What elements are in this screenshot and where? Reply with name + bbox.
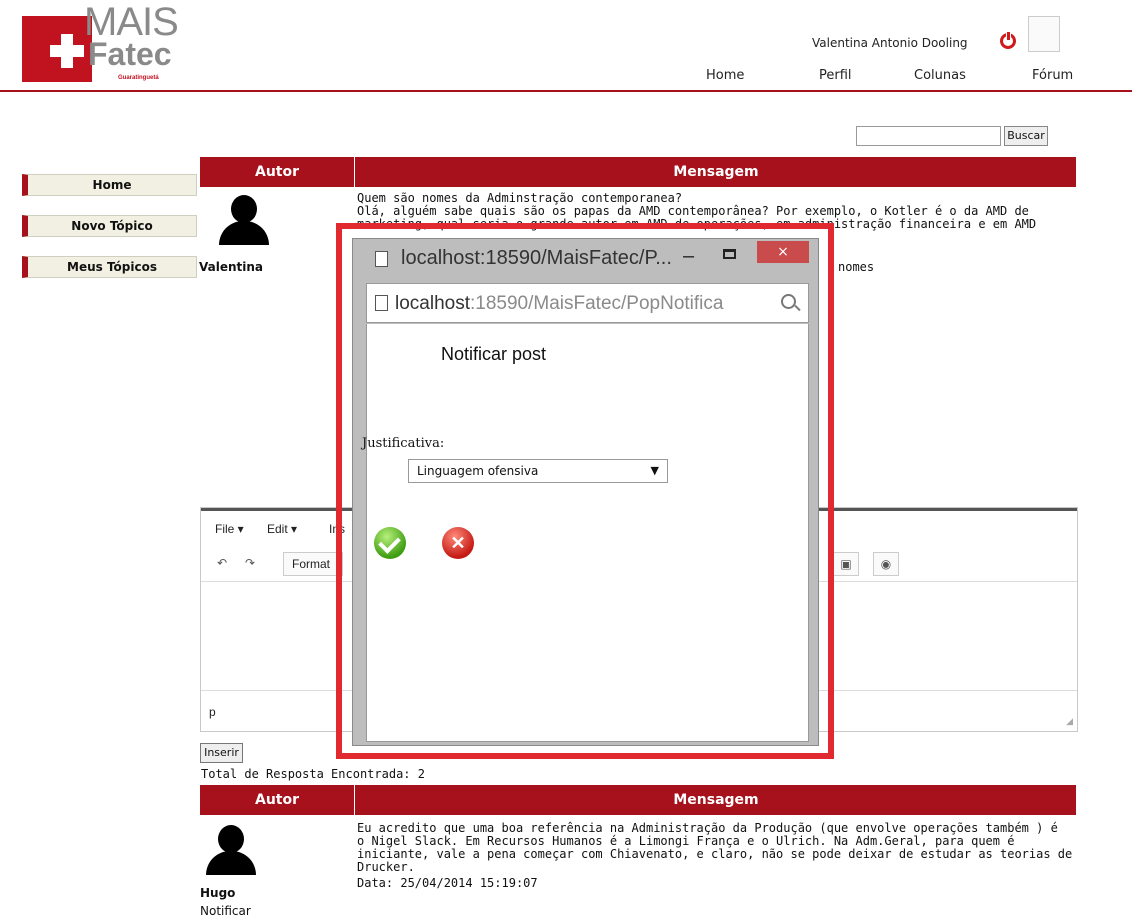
message-column-header: Mensagem xyxy=(673,164,759,180)
author-column-header: Autor xyxy=(200,157,355,187)
element-path: p xyxy=(209,705,216,719)
user-name: Valentina Antonio Dooling xyxy=(812,36,968,50)
popup-heading: Notificar post xyxy=(441,344,547,364)
minimize-icon[interactable]: – xyxy=(683,245,694,268)
main-nav: Home Perfil Colunas Fórum xyxy=(0,68,1132,88)
nav-forum[interactable]: Fórum xyxy=(1032,68,1073,83)
sidebar-item-novo-topico[interactable]: Novo Tópico xyxy=(22,215,197,237)
reply-line-3: iniciante, vale a pena começar com Chiav… xyxy=(357,847,1073,861)
address-bar[interactable]: localhost:18590/MaisFatec/PopNotifica xyxy=(366,283,809,323)
notify-link[interactable]: Notificar xyxy=(200,904,251,917)
insert-image-icon[interactable]: ▣ xyxy=(833,552,859,576)
topic-body-fragment: nomes xyxy=(838,260,875,274)
preview-eye-icon[interactable]: ◉ xyxy=(873,552,899,576)
avatar[interactable] xyxy=(1028,16,1060,52)
format-dropdown[interactable]: Format xyxy=(283,552,343,576)
justification-label: Justificativa: xyxy=(362,436,445,451)
logo-cross-icon xyxy=(50,34,84,68)
user-person-icon xyxy=(206,825,256,875)
total-responses: Total de Resposta Encontrada: 2 xyxy=(201,767,425,781)
search-icon[interactable] xyxy=(781,294,796,309)
message-column-header: Mensagem xyxy=(673,792,759,808)
search-input[interactable] xyxy=(856,126,1001,146)
editor-menu-file[interactable]: File ▾ xyxy=(215,522,244,536)
reply-table-header: Autor Mensagem xyxy=(200,785,1076,815)
page-icon xyxy=(375,295,388,311)
justification-select[interactable]: Linguagem ofensiva ▼ xyxy=(408,459,668,483)
sidebar-item-meus-topicos[interactable]: Meus Tópicos xyxy=(22,256,197,278)
sidebar-item-home[interactable]: Home xyxy=(22,174,197,196)
cancel-x-icon[interactable]: ✕ xyxy=(442,527,474,559)
nav-perfil[interactable]: Perfil xyxy=(819,68,852,83)
nav-colunas[interactable]: Colunas xyxy=(914,68,966,83)
reply-author: Hugo xyxy=(200,886,236,900)
maximize-icon[interactable] xyxy=(723,249,736,259)
header-divider xyxy=(0,90,1132,92)
redo-icon[interactable]: ↷ xyxy=(237,552,263,576)
topic-table-header: Autor Mensagem xyxy=(200,157,1076,187)
reply-line-4: Drucker. xyxy=(357,860,415,874)
insert-button[interactable]: Inserir xyxy=(200,743,243,763)
editor-menu-edit[interactable]: Edit ▾ xyxy=(267,522,297,536)
user-person-icon xyxy=(219,195,269,245)
reply-date: Data: 25/04/2014 15:19:07 xyxy=(357,876,538,890)
author-column-header: Autor xyxy=(200,785,355,815)
justification-selected-value: Linguagem ofensiva xyxy=(417,464,539,478)
address-text: localhost:18590/MaisFatec/PopNotifica xyxy=(395,293,724,314)
close-icon[interactable]: × xyxy=(757,241,809,263)
page-icon xyxy=(375,251,388,267)
confirm-check-icon[interactable] xyxy=(374,527,406,559)
logout-power-icon[interactable] xyxy=(1000,31,1016,49)
popup-window: localhost:18590/MaisFatec/P... – × local… xyxy=(352,238,819,746)
resize-handle-icon[interactable]: ◢ xyxy=(1066,717,1073,727)
undo-icon[interactable]: ↶ xyxy=(209,552,235,576)
popup-window-title: localhost:18590/MaisFatec/P... xyxy=(401,247,672,269)
dropdown-arrow-icon: ▼ xyxy=(650,464,659,477)
search-button[interactable]: Buscar xyxy=(1004,126,1048,146)
header: MAIS Fatec Guaratinguetá Valentina Anton… xyxy=(0,0,1132,90)
topic-author: Valentina xyxy=(199,260,264,274)
nav-home[interactable]: Home xyxy=(706,68,744,83)
popup-content: Notificar post Justificativa: Linguagem … xyxy=(362,324,809,742)
